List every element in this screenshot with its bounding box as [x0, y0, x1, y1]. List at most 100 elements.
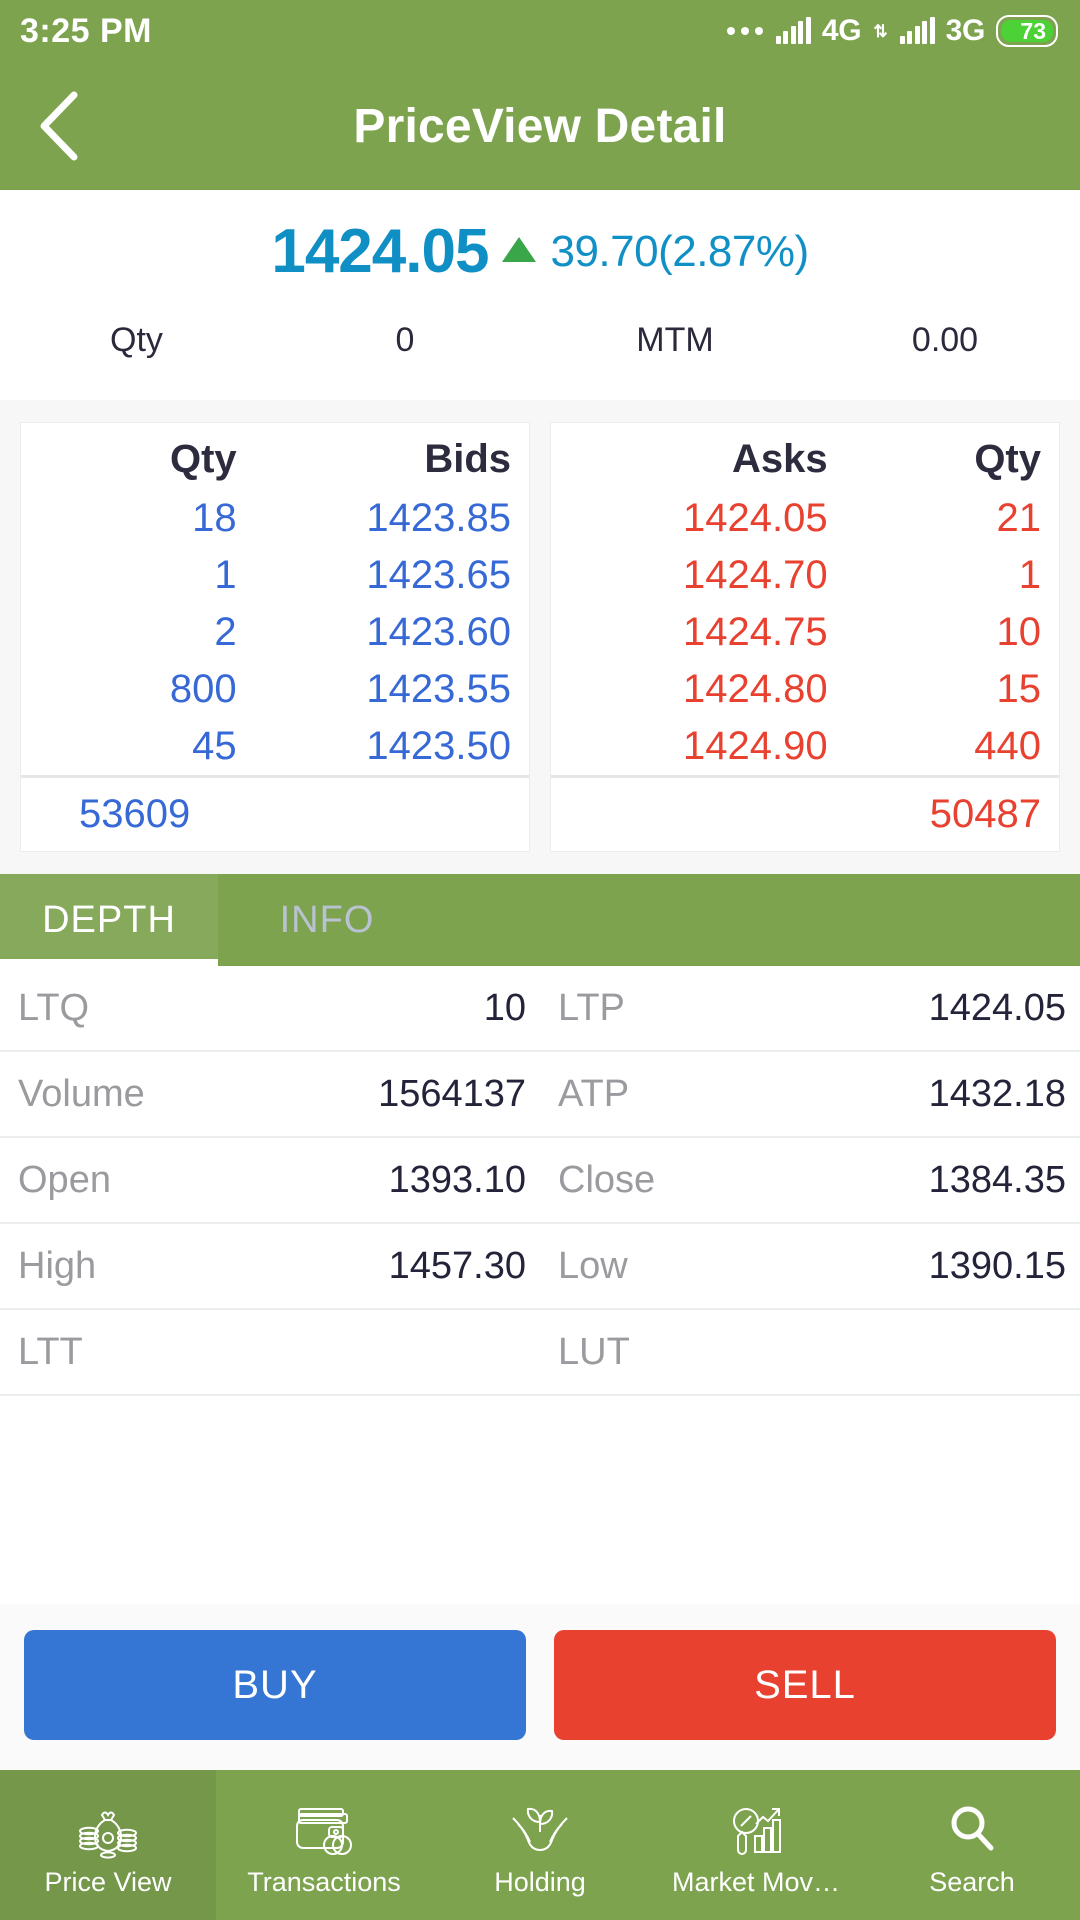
info-cell-ltq: LTQ 10 [0, 987, 540, 1030]
ask-price: 1424.05 [683, 496, 828, 540]
info-cell-low: Low 1390.15 [540, 1245, 1080, 1288]
nav-item-market-movers[interactable]: Market Mov… [648, 1770, 864, 1920]
asks-total-row: 50487 [551, 776, 1059, 852]
asks-qty-header: Qty [974, 437, 1041, 481]
info-cell-open: Open 1393.10 [0, 1159, 540, 1202]
signal-bars-secondary-icon [899, 17, 935, 44]
bid-price: 1423.60 [366, 610, 511, 654]
bid-qty: 18 [192, 496, 237, 540]
price-row: 1424.05 39.70(2.87%) [0, 216, 1080, 287]
info-row-high-low: High 1457.30 Low 1390.15 [0, 1224, 1080, 1310]
ask-qty: 440 [974, 724, 1041, 768]
bottom-navigation: Price View Transactions Holding Market M… [0, 1770, 1080, 1920]
asks-total: 50487 [929, 792, 1041, 836]
bid-price: 1423.85 [366, 496, 511, 540]
buy-button[interactable]: BUY [24, 1630, 526, 1740]
info-row-open-close: Open 1393.10 Close 1384.35 [0, 1138, 1080, 1224]
info-row-ltq-ltp: LTQ 10 LTP 1424.05 [0, 966, 1080, 1052]
app-bar: PriceView Detail [0, 62, 1080, 190]
bid-price: 1423.65 [366, 553, 511, 597]
page-title: PriceView Detail [353, 99, 727, 153]
network-type-secondary: 3G [945, 14, 986, 47]
open-value: 1393.10 [388, 1158, 526, 1201]
market-depth-section: Qty Bids 18 1423.85 1 1423.65 2 1423.60 … [0, 400, 1080, 874]
bids-card: Qty Bids 18 1423.85 1 1423.65 2 1423.60 … [20, 422, 530, 852]
bid-qty: 800 [169, 667, 237, 711]
low-value: 1390.15 [928, 1244, 1066, 1287]
info-cell-close: Close 1384.35 [540, 1159, 1080, 1202]
bid-qty: 1 [214, 553, 237, 597]
chevron-left-icon [40, 91, 78, 161]
lut-label: LUT [558, 1330, 630, 1373]
depth-info-list: LTQ 10 LTP 1424.05 Volume 1564137 ATP 14… [0, 966, 1080, 1396]
status-time: 3:25 PM [20, 11, 152, 50]
bid-qty: 45 [192, 724, 237, 768]
table-row: 1424.70 1 [551, 547, 1059, 604]
mtm-value: 0.00 [911, 321, 979, 359]
nav-item-holding[interactable]: Holding [432, 1770, 648, 1920]
nav-label-market-movers: Market Mov… [671, 1866, 841, 1897]
tab-depth[interactable]: DEPTH [0, 874, 218, 966]
ask-qty: 10 [996, 610, 1042, 654]
ltt-label: LTT [18, 1330, 83, 1373]
bid-price: 1423.50 [366, 724, 511, 768]
content-spacer [0, 1396, 1080, 1604]
nav-item-price-view[interactable]: Price View [0, 1770, 216, 1920]
battery-level: 73 [1020, 17, 1046, 44]
table-row: 1424.90 440 [551, 718, 1059, 777]
ltq-value: 10 [483, 986, 526, 1029]
volume-label: Volume [18, 1072, 145, 1115]
network-type-primary: 4G [821, 14, 862, 47]
table-row: 1424.75 10 [551, 604, 1059, 661]
ask-qty: 15 [996, 667, 1042, 711]
sell-button[interactable]: SELL [554, 1630, 1056, 1740]
table-row: 1424.80 15 [551, 661, 1059, 718]
bids-price-header: Bids [424, 437, 511, 481]
atp-label: ATP [558, 1072, 630, 1115]
qty-label: Qty [110, 321, 163, 359]
tab-info[interactable]: INFO [218, 874, 436, 966]
hands-plant-icon [509, 1799, 571, 1861]
info-cell-atp: ATP 1432.18 [540, 1073, 1080, 1116]
money-bag-icon [76, 1799, 140, 1861]
atp-value: 1432.18 [928, 1072, 1066, 1115]
ask-qty: 21 [996, 496, 1042, 540]
info-row-ltt-lut: LTT LUT [0, 1310, 1080, 1396]
bids-total: 53609 [79, 792, 191, 836]
nav-item-search[interactable]: Search [864, 1770, 1080, 1920]
data-transfer-icon: ⇅ [873, 21, 888, 41]
asks-table: Asks Qty 1424.05 21 1424.70 1 1424.75 10… [551, 423, 1059, 851]
more-dots-icon [726, 27, 763, 35]
close-label: Close [558, 1158, 656, 1201]
close-value: 1384.35 [928, 1158, 1066, 1201]
signal-bars-primary-icon [775, 17, 811, 44]
bids-table: Qty Bids 18 1423.85 1 1423.65 2 1423.60 … [21, 423, 529, 851]
ask-price: 1424.80 [683, 667, 828, 711]
position-summary-row: Qty 0 MTM 0.00 [0, 321, 1080, 400]
bids-header-row: Qty Bids [21, 423, 529, 490]
ask-price: 1424.75 [683, 610, 828, 654]
open-label: Open [18, 1158, 111, 1201]
back-button[interactable] [0, 89, 120, 163]
bids-total-row: 53609 [21, 776, 529, 852]
price-summary: 1424.05 39.70(2.87%) Qty 0 MTM 0.00 [0, 190, 1080, 400]
table-row: 18 1423.85 [21, 490, 529, 547]
nav-label-transactions: Transactions [247, 1866, 401, 1897]
bid-price: 1423.55 [366, 667, 511, 711]
status-indicators: 4G ⇅ 3G 73 [726, 14, 1058, 48]
info-cell-high: High 1457.30 [0, 1245, 540, 1288]
low-label: Low [558, 1244, 628, 1287]
high-label: High [18, 1244, 97, 1287]
asks-header-row: Asks Qty [551, 423, 1059, 490]
order-actions: BUY SELL [0, 1604, 1080, 1770]
info-cell-volume: Volume 1564137 [0, 1073, 540, 1116]
nav-item-transactions[interactable]: Transactions [216, 1770, 432, 1920]
table-row: 800 1423.55 [21, 661, 529, 718]
search-icon [943, 1799, 1001, 1861]
info-row-volume-atp: Volume 1564137 ATP 1432.18 [0, 1052, 1080, 1138]
ask-price: 1424.90 [683, 724, 828, 768]
bid-qty: 2 [214, 610, 237, 654]
info-cell-lut: LUT [540, 1331, 1080, 1374]
qty-value: 0 [395, 321, 415, 359]
last-traded-price: 1424.05 [271, 217, 489, 286]
